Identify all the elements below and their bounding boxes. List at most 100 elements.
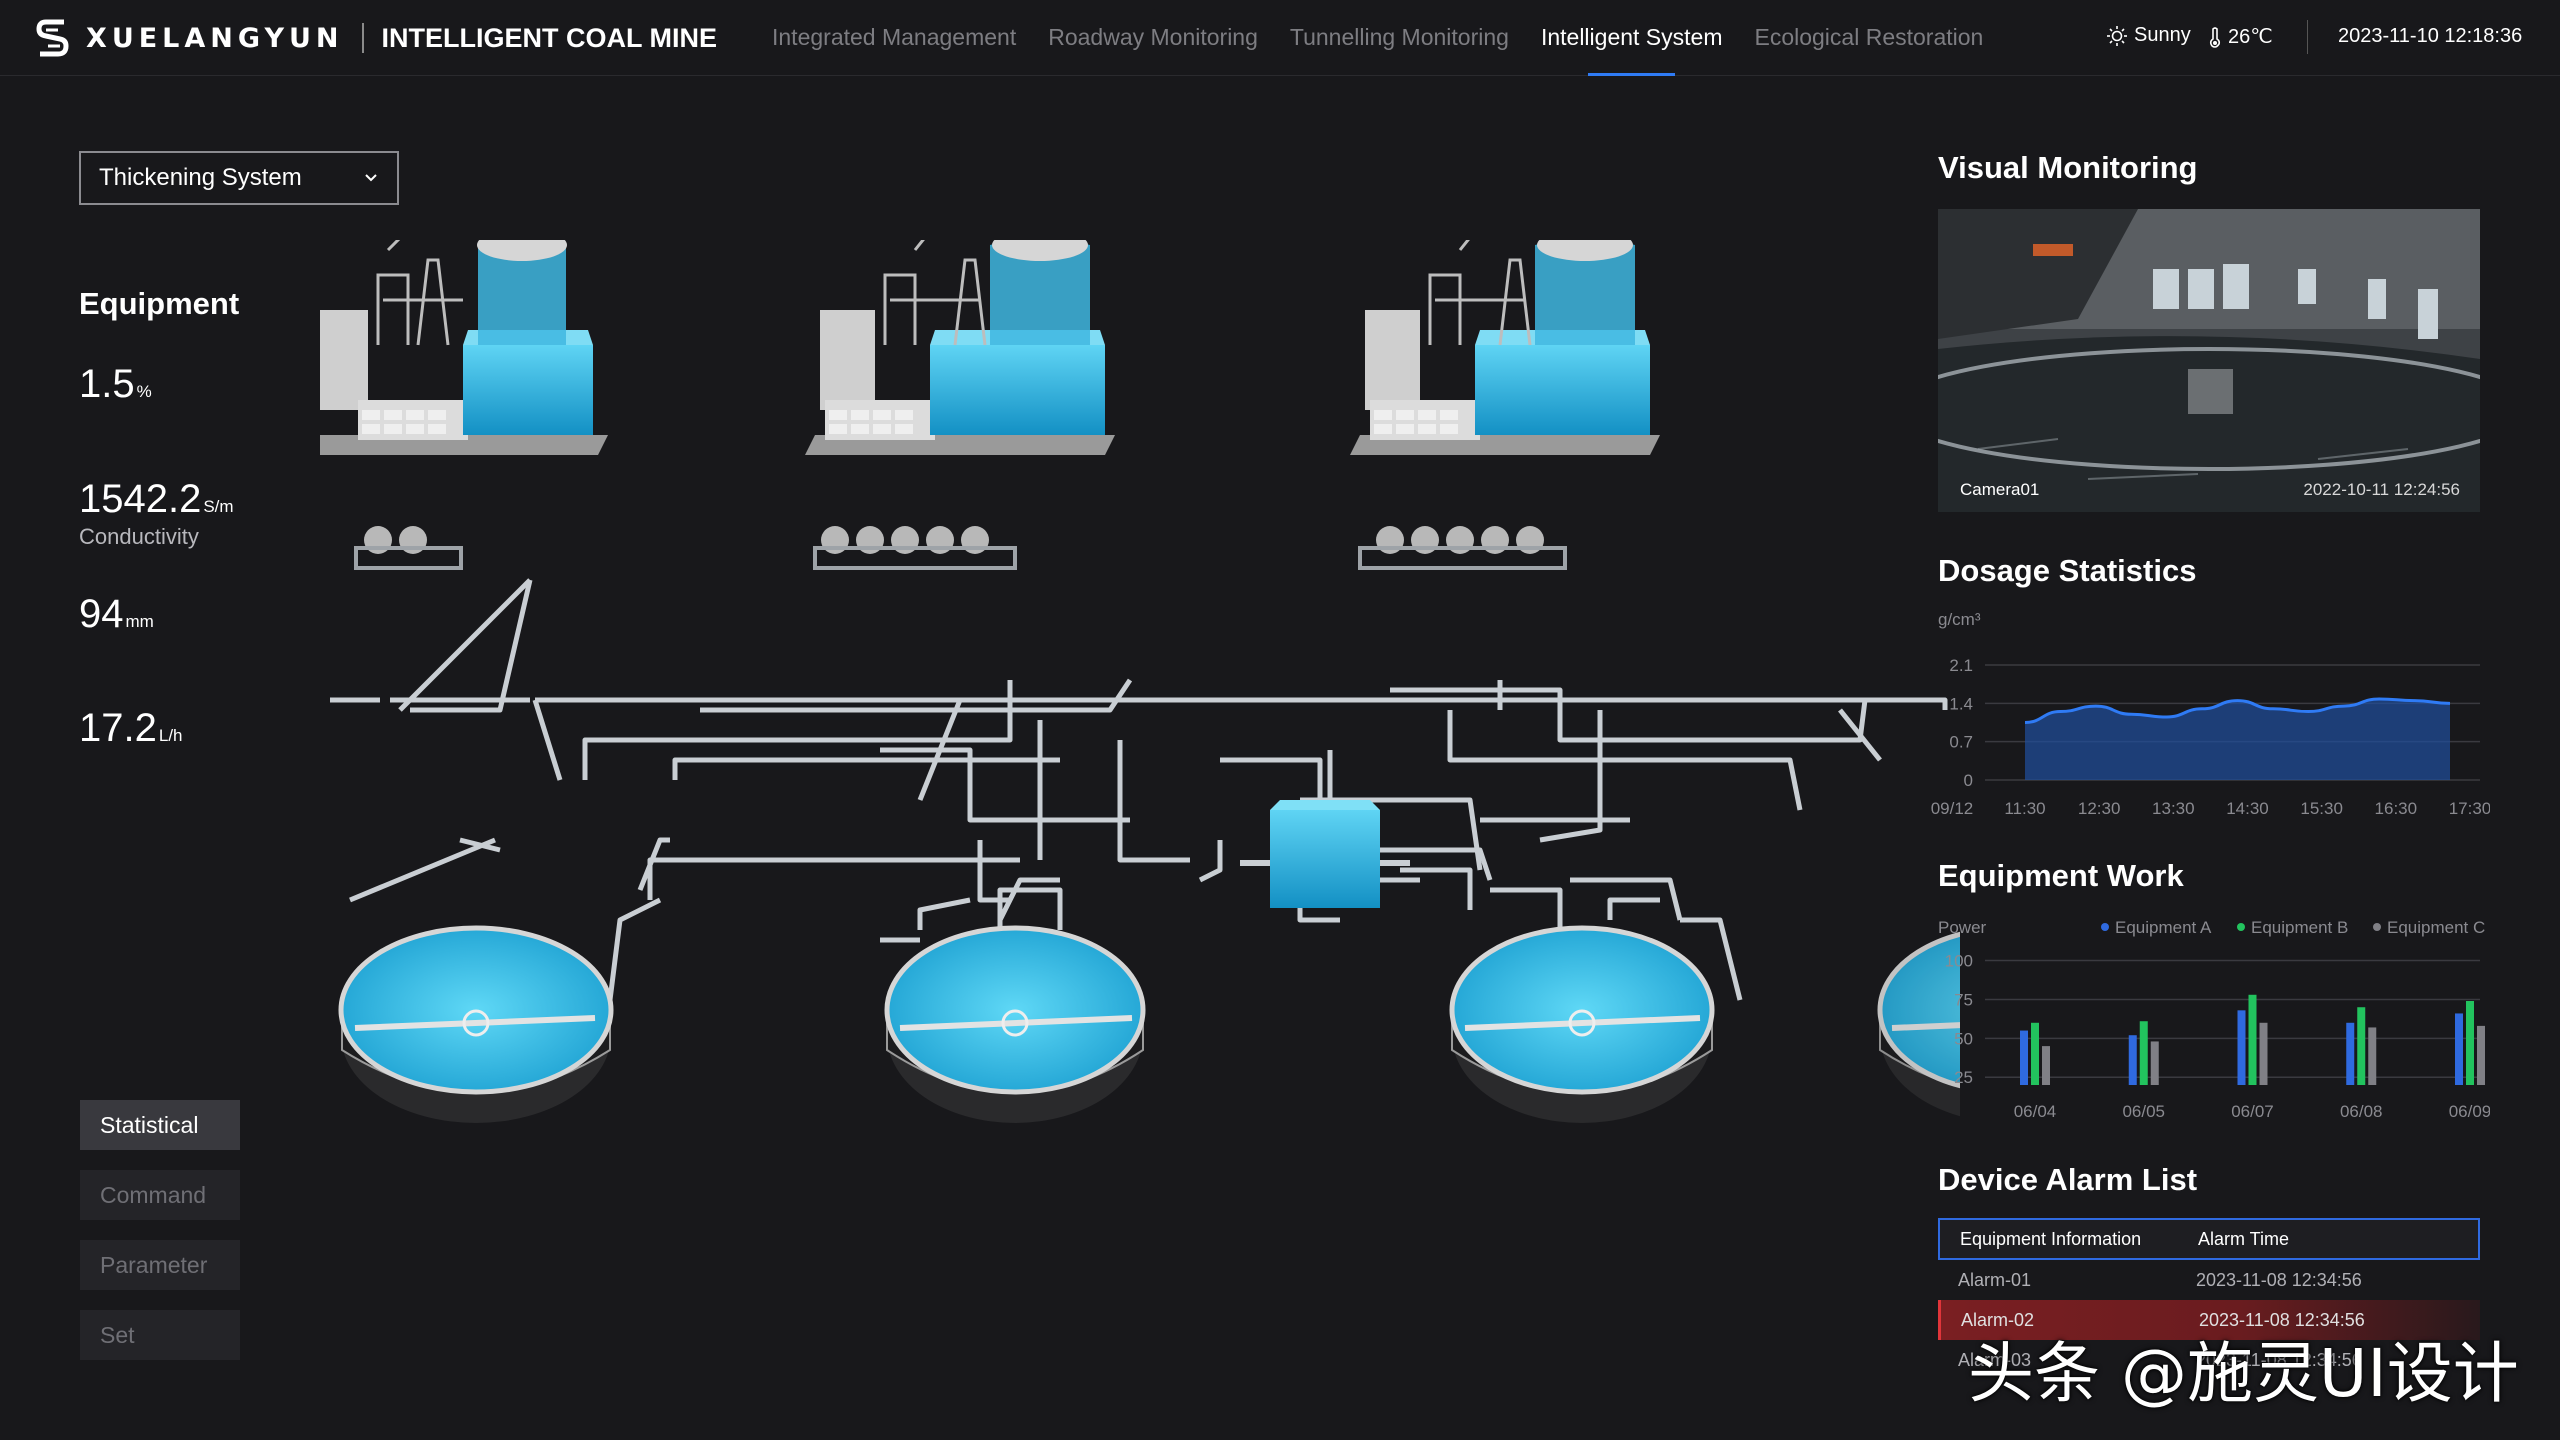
camera-feed[interactable]: Camera01 2022-10-11 12:24:56 (1938, 209, 2480, 512)
bar-equipment-c (2368, 1027, 2377, 1085)
x-tick-label: 17:30 (2449, 799, 2490, 818)
equipment-title: Equipment (79, 286, 240, 321)
bar-equipment-b (2248, 994, 2257, 1085)
y-axis-label: Power (1938, 918, 1987, 937)
bar-equipment-c (2042, 1046, 2050, 1085)
x-tick-label: 09/12 (1931, 799, 1974, 818)
nav-tunnelling-monitoring[interactable]: Tunnelling Monitoring (1290, 0, 1509, 76)
mixing-tank (1240, 800, 1410, 908)
metric-unit: S/m (203, 497, 234, 516)
legend-marker (2101, 923, 2109, 931)
metric-unit: mm (125, 612, 154, 631)
x-tick-label: 16:30 (2375, 799, 2418, 818)
bar-equipment-c (2259, 1022, 2268, 1085)
temperature-text: 26℃ (2228, 26, 2273, 48)
x-tick-label: 06/09 (2449, 1102, 2490, 1121)
metric-value: 1542.2 (79, 477, 202, 521)
metric-conductivity: 1542.2 S/m Conductivity (79, 477, 234, 550)
legend-label: Equipment B (2251, 918, 2348, 937)
camera-name: Camera01 (1960, 480, 2040, 499)
y-axis-unit: g/cm³ (1938, 610, 1981, 629)
bar-equipment-a (2128, 1035, 2137, 1085)
system-select[interactable]: Thickening System (79, 151, 399, 205)
menu-set[interactable]: Set (80, 1310, 240, 1360)
thickener-plant-diagram (320, 240, 1960, 1123)
header-divider (2307, 20, 2308, 54)
dosing-station-3 (1350, 240, 1660, 570)
legend-label: Equipment A (2115, 918, 2212, 937)
chevron-down-icon (365, 174, 377, 182)
x-tick-label: 11:30 (2004, 799, 2045, 818)
alarm-name: Alarm-01 (1958, 1269, 2032, 1290)
alarm-time: 2023-11-08 12:34:56 (2196, 1269, 2362, 1290)
side-menu: Statistical Command Parameter Set (80, 1100, 240, 1380)
metric-concentration: 1.5% (79, 362, 152, 407)
x-tick-label: 15:30 (2300, 799, 2343, 818)
brand-logo[interactable]: XUELANGYUN INTELLIGENT COAL MINE (36, 18, 717, 58)
bar-equipment-c (2477, 1025, 2485, 1085)
x-tick-label: 06/05 (2122, 1102, 2165, 1121)
temperature-status: 26℃ (2208, 24, 2273, 49)
thickener-pool-3 (1449, 925, 1715, 1123)
dosage-area (2025, 698, 2450, 780)
nav-ecological-restoration[interactable]: Ecological Restoration (1754, 0, 1983, 76)
watermark-text: 头条 @施灵UI设计 (1968, 1335, 2519, 1412)
app-title: INTELLIGENT COAL MINE (381, 22, 718, 53)
metric-value: 94 (79, 592, 124, 636)
legend-marker (2237, 923, 2245, 931)
main-nav: Integrated Management Roadway Monitoring… (772, 0, 2015, 76)
x-tick-label: 06/04 (2014, 1102, 2057, 1121)
y-tick-label: 0 (1964, 771, 1973, 790)
bar-equipment-b (2139, 1021, 2148, 1085)
camera-timestamp: 2022-10-11 12:24:56 (2303, 480, 2460, 499)
bar-equipment-b (2466, 1001, 2474, 1085)
visual-monitoring-title: Visual Monitoring (1938, 150, 2198, 185)
dosing-station-1 (320, 240, 608, 570)
system-select-value: Thickening System (99, 164, 302, 191)
y-tick-label: 25 (1954, 1068, 1973, 1087)
dosage-chart: g/cm³ 0 0.7 1.4 2.1 09/12 11:30 12:30 13:30 14:30… (1931, 610, 2490, 818)
brand-name: XUELANGYUN (86, 22, 344, 54)
x-tick-label: 13:30 (2152, 799, 2195, 818)
equipment-work-title: Equipment Work (1938, 858, 2184, 893)
bar-equipment-a (2020, 1030, 2028, 1085)
metric-unit: L/h (158, 726, 183, 745)
x-tick-label: 06/07 (2231, 1102, 2274, 1121)
device-alarm-title: Device Alarm List (1938, 1162, 2198, 1197)
x-tick-label: 12:30 (2078, 799, 2121, 818)
metric-flow: 17.2 L/h (79, 706, 183, 751)
header-equipment-info: Equipment Information (1960, 1228, 2142, 1249)
alarm-row[interactable]: Alarm-01 2023-11-08 12:34:56 (1938, 1260, 2480, 1300)
brand-divider (361, 23, 364, 53)
y-tick-label: 75 (1954, 990, 1973, 1009)
metric-value: 1.5 (79, 362, 135, 406)
bar-equipment-a (2346, 1022, 2355, 1085)
legend-marker (2373, 923, 2381, 931)
metric-label: Conductivity (79, 524, 199, 549)
menu-statistical[interactable]: Statistical (80, 1100, 240, 1150)
y-tick-label: 1.4 (1949, 694, 1973, 713)
bar-equipment-b (2031, 1022, 2039, 1085)
top-header: XUELANGYUN INTELLIGENT COAL MINE Integra… (0, 0, 2560, 76)
y-tick-label: 0.7 (1949, 733, 1973, 752)
bar-equipment-c (2150, 1041, 2159, 1085)
dosage-statistics-title: Dosage Statistics (1938, 553, 2197, 588)
x-tick-label: 06/08 (2340, 1102, 2383, 1121)
y-tick-label: 2.1 (1949, 656, 1973, 675)
thermometer-icon (2209, 26, 2221, 48)
legend-label: Equipment C (2387, 918, 2485, 937)
nav-integrated-management[interactable]: Integrated Management (772, 0, 1016, 76)
nav-intelligent-system[interactable]: Intelligent System (1541, 0, 1722, 76)
nav-roadway-monitoring[interactable]: Roadway Monitoring (1048, 0, 1258, 76)
logo-s-icon (36, 19, 69, 57)
y-tick-label: 50 (1954, 1029, 1973, 1048)
bar-equipment-a (2237, 1010, 2246, 1085)
thickener-pool-2 (884, 925, 1146, 1123)
header-alarm-time: Alarm Time (2198, 1228, 2290, 1249)
menu-parameter[interactable]: Parameter (80, 1240, 240, 1290)
thickener-pool-1 (338, 925, 614, 1123)
menu-command[interactable]: Command (80, 1170, 240, 1220)
y-tick-label: 100 (1945, 952, 1973, 971)
metric-unit: % (136, 382, 152, 401)
camera-frame-image (1938, 209, 2480, 512)
